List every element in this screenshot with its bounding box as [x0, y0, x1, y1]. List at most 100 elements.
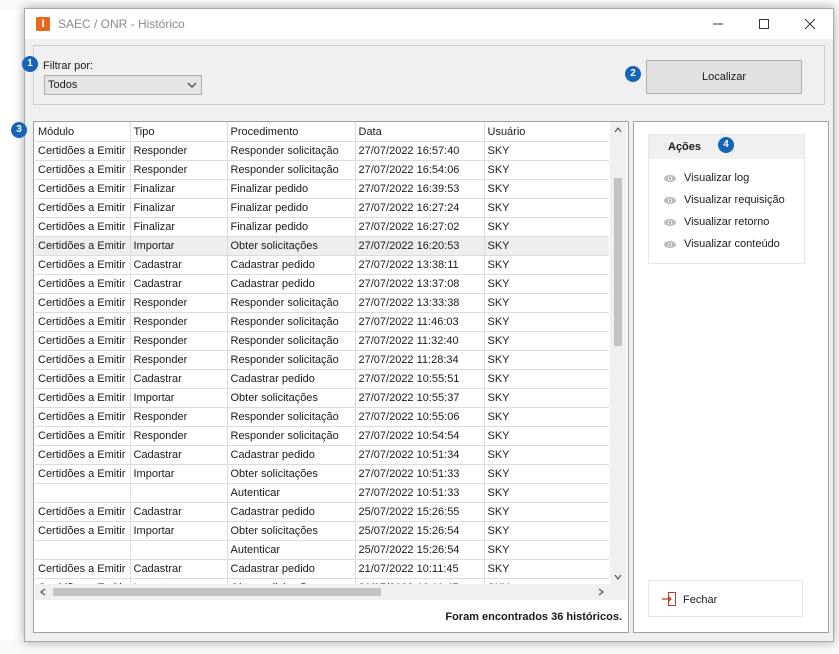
filter-select[interactable]: Todos	[44, 75, 202, 95]
cell-type: Finalizar	[130, 179, 228, 199]
scroll-up-icon[interactable]	[614, 127, 622, 133]
cell-procedure: Responder solicitação	[227, 350, 356, 370]
actions-panel: Ações Visualizar log Visualizar requisiç…	[633, 121, 829, 633]
cell-procedure: Responder solicitação	[227, 141, 356, 161]
cell-procedure: Cadastrar pedido	[227, 369, 356, 389]
table-row[interactable]: Certidões a EmitirImportarObter solicita…	[35, 388, 609, 408]
cell-date: 27/07/2022 16:39:53	[355, 179, 485, 199]
table-row[interactable]: Certidões a Emitir Responder Responder sol…	[35, 426, 609, 446]
table-row[interactable]: Certidões a Emitir Responder Responder sol…	[35, 350, 609, 370]
cell-type: Responder	[130, 407, 228, 427]
close-button[interactable]: Fechar	[648, 580, 803, 617]
cell-user: SKY	[484, 464, 609, 484]
table-row[interactable]: Certidões a Emitir Finalizar Finalizar ped…	[35, 198, 609, 218]
cell-module: Certidões a Emitir	[35, 331, 131, 351]
scroll-left-icon[interactable]	[40, 588, 46, 596]
cell-procedure: Obter solicitações	[227, 388, 356, 408]
cell-date: 27/07/2022 11:32:40	[355, 331, 485, 351]
table-row[interactable]: Certidões a Emitir Responder Responder sol…	[35, 407, 609, 427]
table-row[interactable]: Certidões a Emitir Responder Responder sol…	[35, 293, 609, 313]
cell-type: Responder	[130, 141, 228, 161]
cell-type: Cadastrar	[130, 274, 228, 294]
cell-procedure: Cadastrar pedido	[227, 445, 356, 465]
horizontal-scrollbar[interactable]	[35, 584, 610, 600]
table-row[interactable]: Certidões a EmitirImportarObter solicita…	[35, 236, 609, 256]
table-row[interactable]: Certidões a Emitir Responder Responder sol…	[35, 331, 609, 351]
cell-user: SKY	[484, 160, 609, 180]
close-window-button[interactable]	[787, 9, 833, 39]
cell-module: Certidões a Emitir	[35, 217, 131, 237]
maximize-button[interactable]	[741, 9, 787, 39]
column-header-procedure[interactable]: Procedimento	[227, 122, 356, 142]
cell-type: Responder	[130, 160, 228, 180]
cell-date: 21/07/2022 10:11:45	[355, 559, 485, 579]
cell-module: Certidões a Emitir	[35, 521, 131, 541]
filter-label: Filtrar por:	[43, 60, 94, 72]
cell-module: Certidões a Emitir	[35, 445, 131, 465]
window-title: SAEC / ONR - Histórico	[58, 17, 185, 31]
cell-date: 27/07/2022 13:37:08	[355, 274, 485, 294]
cell-type: Finalizar	[130, 198, 228, 218]
table-row[interactable]: Certidões a Emitir Responder Responder sol…	[35, 160, 609, 180]
table-row[interactable]: Certidões a Emitir Cadastrar Cadastrar ped…	[35, 274, 609, 294]
cell-procedure: Cadastrar pedido	[227, 255, 356, 275]
scroll-down-icon[interactable]	[614, 574, 622, 580]
table-row[interactable]: Certidões a Emitir Cadastrar Cadastrar ped…	[35, 559, 609, 579]
table-row[interactable]: Certidões a Emitir Finalizar Finalizar ped…	[35, 179, 609, 199]
cell-procedure: Cadastrar pedido	[227, 274, 356, 294]
vertical-scroll-thumb[interactable]	[614, 178, 622, 346]
table-row[interactable]: Certidões a Emitir Cadastrar Cadastrar ped…	[35, 445, 609, 465]
cell-date: 27/07/2022 11:28:34	[355, 350, 485, 370]
cell-type: Cadastrar	[130, 445, 228, 465]
table-row[interactable]: Certidões a Emitir Cadastrar Cadastrar ped…	[35, 255, 609, 275]
scroll-right-icon[interactable]	[598, 588, 604, 596]
table-row[interactable]: Certidões a EmitirImportarObter solicita…	[35, 464, 609, 484]
table-row[interactable]: Autenticar 25/07/2022 15:26:54 SKY	[35, 540, 609, 560]
cell-module: Certidões a Emitir	[35, 502, 131, 522]
title-bar[interactable]: I SAEC / ONR - Histórico	[25, 9, 833, 39]
cell-procedure: Autenticar	[227, 483, 356, 503]
cell-date: 27/07/2022 10:51:34	[355, 445, 485, 465]
cell-type: Cadastrar	[130, 502, 228, 522]
table-row[interactable]: Certidões a Emitir Responder Responder sol…	[35, 312, 609, 332]
vertical-scrollbar[interactable]	[610, 122, 626, 584]
column-header-date[interactable]: Data	[355, 122, 485, 142]
filter-selected-value: Todos	[48, 79, 78, 91]
cell-date: 25/07/2022 15:26:54	[355, 540, 485, 560]
cell-module: Certidões a Emitir	[35, 559, 131, 579]
table-row[interactable]: Certidões a Emitir Finalizar Finalizar ped…	[35, 217, 609, 237]
column-header-module[interactable]: Módulo	[35, 122, 131, 142]
cell-module: Certidões a Emitir	[35, 274, 131, 294]
cell-user: SKY	[484, 331, 609, 351]
minimize-button[interactable]	[695, 9, 741, 39]
cell-date: 27/07/2022 16:20:53	[355, 236, 485, 256]
table-row[interactable]: Certidões a EmitirImportarObter solicita…	[35, 521, 609, 541]
cell-procedure: Finalizar pedido	[227, 217, 356, 237]
horizontal-scroll-thumb[interactable]	[53, 588, 381, 596]
cell-procedure: Responder solicitação	[227, 160, 356, 180]
cell-type: Responder	[130, 293, 228, 313]
table-row[interactable]: Autenticar 27/07/2022 10:51:33 SKY	[35, 483, 609, 503]
cell-user: SKY	[484, 521, 609, 541]
background-bottom	[0, 640, 839, 654]
cell-user: SKY	[484, 312, 609, 332]
cell-date: 27/07/2022 10:55:51	[355, 369, 485, 389]
cell-date: 27/07/2022 10:51:33	[355, 483, 485, 503]
cell-module: Certidões a Emitir	[35, 293, 131, 313]
search-button[interactable]: Localizar	[646, 60, 802, 94]
cell-user: SKY	[484, 369, 609, 389]
cell-user: SKY	[484, 445, 609, 465]
history-table: Módulo Tipo Procedimento Data Usuário Ce…	[35, 122, 609, 584]
table-row[interactable]: Certidões a Emitir Responder Responder sol…	[35, 141, 609, 161]
column-header-type[interactable]: Tipo	[130, 122, 228, 142]
cell-date: 27/07/2022 10:51:33	[355, 464, 485, 484]
cell-module	[35, 483, 131, 503]
cell-date: 25/07/2022 15:26:54	[355, 521, 485, 541]
cell-date: 27/07/2022 10:55:37	[355, 388, 485, 408]
cell-date: 27/07/2022 16:54:06	[355, 160, 485, 180]
column-header-user[interactable]: Usuário	[484, 122, 609, 142]
cell-module: Certidões a Emitir	[35, 179, 131, 199]
table-row[interactable]: Certidões a Emitir Cadastrar Cadastrar ped…	[35, 369, 609, 389]
action-label: Visualizar requisição	[684, 194, 785, 206]
table-row[interactable]: Certidões a Emitir Cadastrar Cadastrar ped…	[35, 502, 609, 522]
